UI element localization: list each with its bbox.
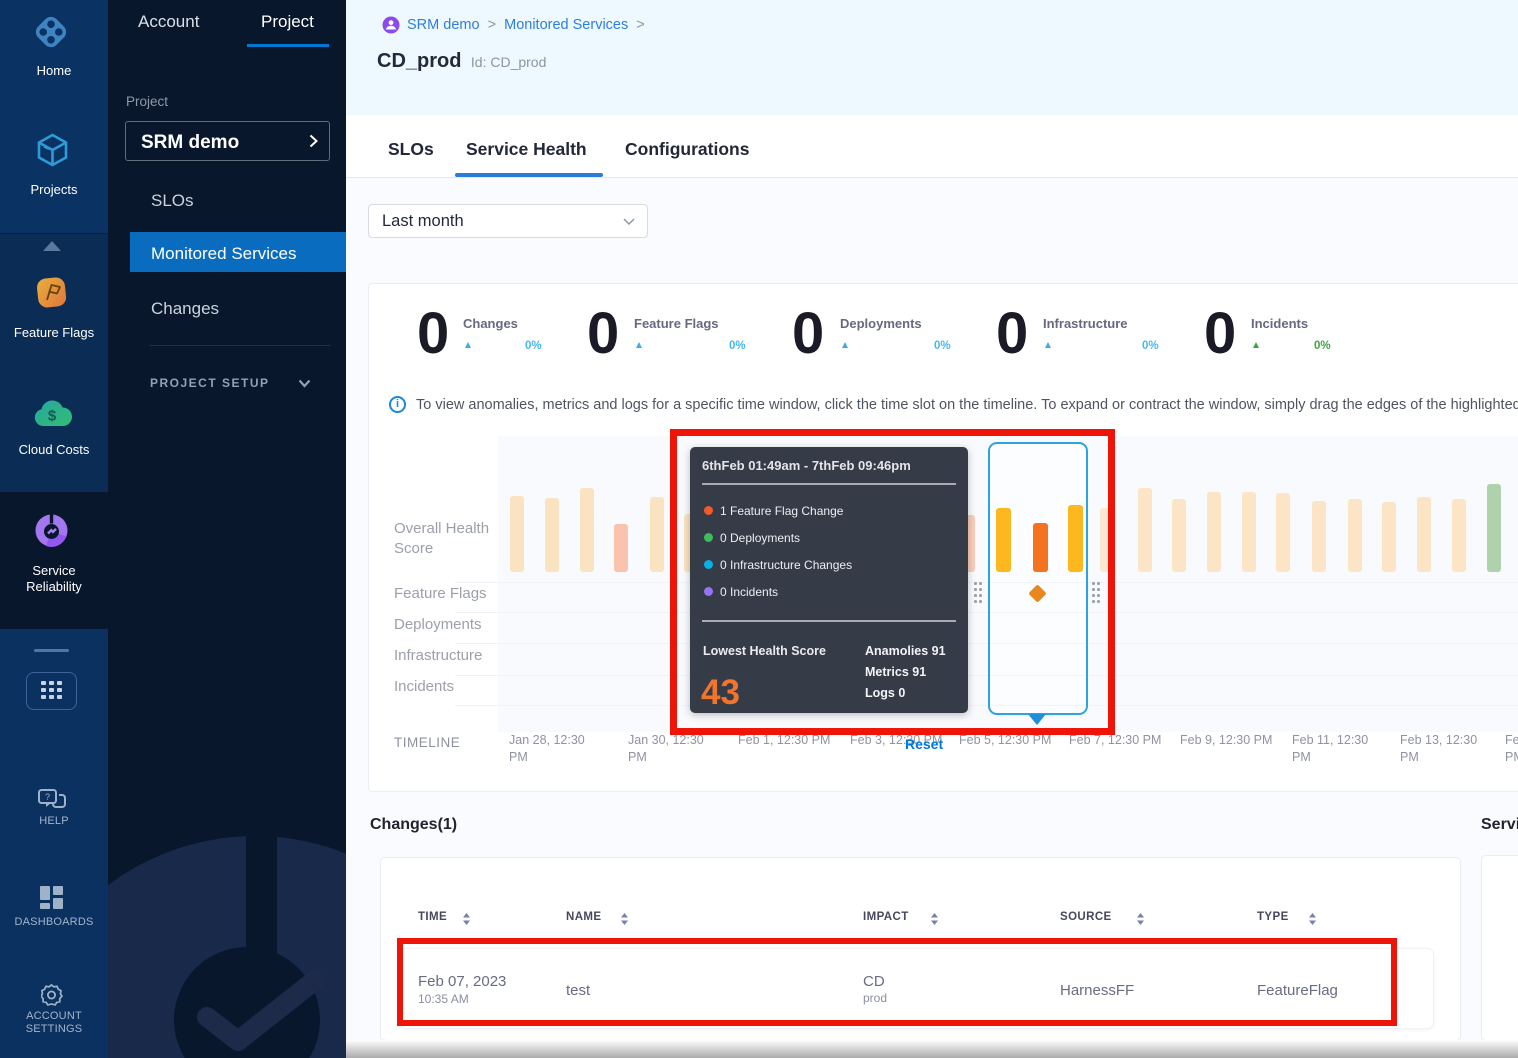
svg-text:$: $ xyxy=(48,408,57,425)
svg-text:?: ? xyxy=(45,792,50,802)
